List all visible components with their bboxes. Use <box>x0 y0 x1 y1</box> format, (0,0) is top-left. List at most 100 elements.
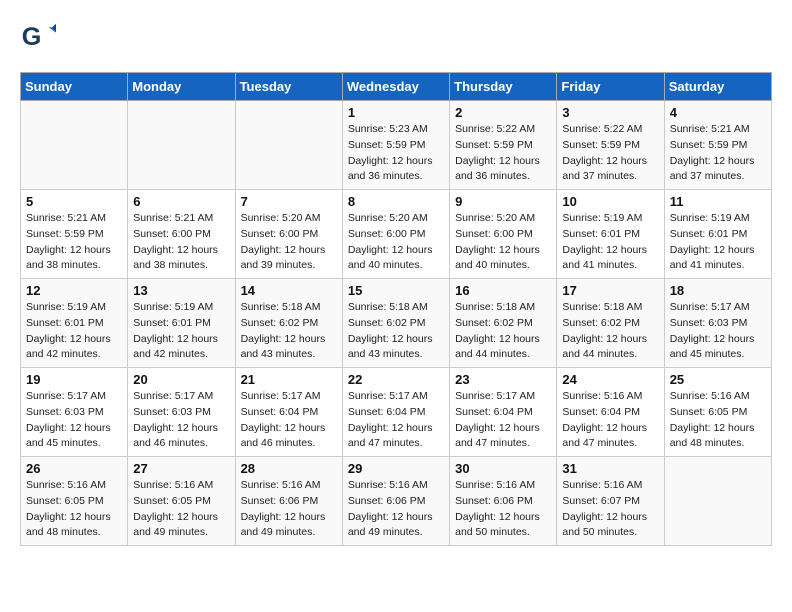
day-number: 20 <box>133 372 229 387</box>
calendar-cell <box>128 101 235 190</box>
day-number: 26 <box>26 461 122 476</box>
day-info: Sunrise: 5:16 AMSunset: 6:07 PMDaylight:… <box>562 478 658 541</box>
day-number: 19 <box>26 372 122 387</box>
day-info: Sunrise: 5:17 AMSunset: 6:04 PMDaylight:… <box>348 389 444 452</box>
calendar-cell <box>235 101 342 190</box>
calendar-cell: 12 Sunrise: 5:19 AMSunset: 6:01 PMDayligh… <box>21 279 128 368</box>
calendar-cell: 4 Sunrise: 5:21 AMSunset: 5:59 PMDaylight… <box>664 101 771 190</box>
day-number: 27 <box>133 461 229 476</box>
calendar-cell: 20 Sunrise: 5:17 AMSunset: 6:03 PMDayligh… <box>128 368 235 457</box>
calendar-cell: 28 Sunrise: 5:16 AMSunset: 6:06 PMDayligh… <box>235 457 342 546</box>
day-info: Sunrise: 5:16 AMSunset: 6:04 PMDaylight:… <box>562 389 658 452</box>
calendar-cell: 9Sunrise: 5:20 AMSunset: 6:00 PMDaylight… <box>450 190 557 279</box>
day-number: 10 <box>562 194 658 209</box>
calendar-cell: 3 Sunrise: 5:22 AMSunset: 5:59 PMDaylight… <box>557 101 664 190</box>
day-info: Sunrise: 5:19 AMSunset: 6:01 PMDaylight:… <box>670 211 766 274</box>
day-info: Sunrise: 5:21 AMSunset: 5:59 PMDaylight:… <box>26 211 122 274</box>
calendar-cell: 5 Sunrise: 5:21 AMSunset: 5:59 PMDaylight… <box>21 190 128 279</box>
day-number: 25 <box>670 372 766 387</box>
calendar-cell: 11 Sunrise: 5:19 AMSunset: 6:01 PMDayligh… <box>664 190 771 279</box>
calendar-table: SundayMondayTuesdayWednesdayThursdayFrid… <box>20 72 772 546</box>
day-info: Sunrise: 5:16 AMSunset: 6:05 PMDaylight:… <box>133 478 229 541</box>
day-number: 23 <box>455 372 551 387</box>
day-number: 5 <box>26 194 122 209</box>
calendar-cell: 15 Sunrise: 5:18 AMSunset: 6:02 PMDayligh… <box>342 279 449 368</box>
calendar-cell: 29Sunrise: 5:16 AMSunset: 6:06 PMDayligh… <box>342 457 449 546</box>
day-number: 4 <box>670 105 766 120</box>
calendar-cell: 24 Sunrise: 5:16 AMSunset: 6:04 PMDayligh… <box>557 368 664 457</box>
day-info: Sunrise: 5:18 AMSunset: 6:02 PMDaylight:… <box>241 300 337 363</box>
calendar-cell: 23 Sunrise: 5:17 AMSunset: 6:04 PMDayligh… <box>450 368 557 457</box>
day-number: 2 <box>455 105 551 120</box>
day-number: 21 <box>241 372 337 387</box>
day-info: Sunrise: 5:19 AMSunset: 6:01 PMDaylight:… <box>562 211 658 274</box>
day-number: 17 <box>562 283 658 298</box>
calendar-cell <box>21 101 128 190</box>
day-number: 24 <box>562 372 658 387</box>
calendar-cell <box>664 457 771 546</box>
day-info: Sunrise: 5:18 AMSunset: 6:02 PMDaylight:… <box>348 300 444 363</box>
day-number: 11 <box>670 194 766 209</box>
day-info: Sunrise: 5:21 AMSunset: 5:59 PMDaylight:… <box>670 122 766 185</box>
weekday-header-monday: Monday <box>128 73 235 101</box>
weekday-header-saturday: Saturday <box>664 73 771 101</box>
calendar-cell: 31Sunrise: 5:16 AMSunset: 6:07 PMDayligh… <box>557 457 664 546</box>
day-info: Sunrise: 5:17 AMSunset: 6:03 PMDaylight:… <box>670 300 766 363</box>
calendar-cell: 17 Sunrise: 5:18 AMSunset: 6:02 PMDayligh… <box>557 279 664 368</box>
day-info: Sunrise: 5:22 AMSunset: 5:59 PMDaylight:… <box>562 122 658 185</box>
day-info: Sunrise: 5:17 AMSunset: 6:03 PMDaylight:… <box>133 389 229 452</box>
day-number: 28 <box>241 461 337 476</box>
day-number: 16 <box>455 283 551 298</box>
calendar-cell: 16 Sunrise: 5:18 AMSunset: 6:02 PMDayligh… <box>450 279 557 368</box>
calendar-cell: 25Sunrise: 5:16 AMSunset: 6:05 PMDayligh… <box>664 368 771 457</box>
day-info: Sunrise: 5:17 AMSunset: 6:04 PMDaylight:… <box>241 389 337 452</box>
calendar-cell: 27 Sunrise: 5:16 AMSunset: 6:05 PMDayligh… <box>128 457 235 546</box>
calendar-cell: 13 Sunrise: 5:19 AMSunset: 6:01 PMDayligh… <box>128 279 235 368</box>
logo: G <box>20 20 60 56</box>
day-info: Sunrise: 5:17 AMSunset: 6:03 PMDaylight:… <box>26 389 122 452</box>
svg-text:G: G <box>22 23 42 51</box>
weekday-header-tuesday: Tuesday <box>235 73 342 101</box>
day-number: 18 <box>670 283 766 298</box>
calendar-cell: 1 Sunrise: 5:23 AMSunset: 5:59 PMDaylight… <box>342 101 449 190</box>
day-info: Sunrise: 5:23 AMSunset: 5:59 PMDaylight:… <box>348 122 444 185</box>
day-info: Sunrise: 5:17 AMSunset: 6:04 PMDaylight:… <box>455 389 551 452</box>
day-info: Sunrise: 5:18 AMSunset: 6:02 PMDaylight:… <box>562 300 658 363</box>
day-info: Sunrise: 5:16 AMSunset: 6:06 PMDaylight:… <box>455 478 551 541</box>
calendar-cell: 10 Sunrise: 5:19 AMSunset: 6:01 PMDayligh… <box>557 190 664 279</box>
calendar-cell: 8Sunrise: 5:20 AMSunset: 6:00 PMDaylight… <box>342 190 449 279</box>
calendar-cell: 14Sunrise: 5:18 AMSunset: 6:02 PMDayligh… <box>235 279 342 368</box>
day-info: Sunrise: 5:19 AMSunset: 6:01 PMDaylight:… <box>26 300 122 363</box>
page-header: G <box>20 20 772 56</box>
day-number: 6 <box>133 194 229 209</box>
calendar-cell: 6 Sunrise: 5:21 AMSunset: 6:00 PMDaylight… <box>128 190 235 279</box>
day-number: 12 <box>26 283 122 298</box>
day-info: Sunrise: 5:20 AMSunset: 6:00 PMDaylight:… <box>348 211 444 274</box>
calendar-cell: 22 Sunrise: 5:17 AMSunset: 6:04 PMDayligh… <box>342 368 449 457</box>
day-info: Sunrise: 5:16 AMSunset: 6:05 PMDaylight:… <box>26 478 122 541</box>
day-number: 30 <box>455 461 551 476</box>
day-number: 29 <box>348 461 444 476</box>
day-info: Sunrise: 5:20 AMSunset: 6:00 PMDaylight:… <box>455 211 551 274</box>
day-number: 3 <box>562 105 658 120</box>
weekday-header-thursday: Thursday <box>450 73 557 101</box>
weekday-header-wednesday: Wednesday <box>342 73 449 101</box>
day-number: 13 <box>133 283 229 298</box>
day-info: Sunrise: 5:19 AMSunset: 6:01 PMDaylight:… <box>133 300 229 363</box>
logo-icon: G <box>20 20 56 56</box>
day-info: Sunrise: 5:21 AMSunset: 6:00 PMDaylight:… <box>133 211 229 274</box>
day-number: 15 <box>348 283 444 298</box>
day-info: Sunrise: 5:18 AMSunset: 6:02 PMDaylight:… <box>455 300 551 363</box>
calendar-cell: 18 Sunrise: 5:17 AMSunset: 6:03 PMDayligh… <box>664 279 771 368</box>
calendar-cell: 26 Sunrise: 5:16 AMSunset: 6:05 PMDayligh… <box>21 457 128 546</box>
day-number: 1 <box>348 105 444 120</box>
day-number: 7 <box>241 194 337 209</box>
calendar-cell: 7 Sunrise: 5:20 AMSunset: 6:00 PMDaylight… <box>235 190 342 279</box>
day-number: 22 <box>348 372 444 387</box>
day-info: Sunrise: 5:20 AMSunset: 6:00 PMDaylight:… <box>241 211 337 274</box>
day-info: Sunrise: 5:16 AMSunset: 6:06 PMDaylight:… <box>241 478 337 541</box>
calendar-cell: 21 Sunrise: 5:17 AMSunset: 6:04 PMDayligh… <box>235 368 342 457</box>
weekday-header-friday: Friday <box>557 73 664 101</box>
calendar-cell: 30 Sunrise: 5:16 AMSunset: 6:06 PMDayligh… <box>450 457 557 546</box>
day-info: Sunrise: 5:22 AMSunset: 5:59 PMDaylight:… <box>455 122 551 185</box>
